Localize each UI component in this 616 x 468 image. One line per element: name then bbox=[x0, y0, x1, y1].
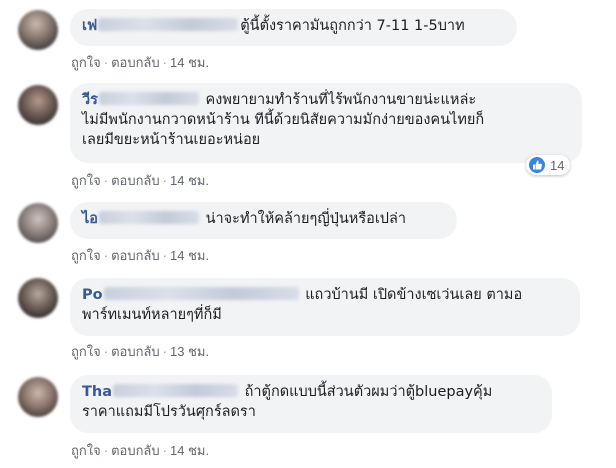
like-link[interactable]: ถูกใจ bbox=[71, 344, 101, 359]
name-blurred bbox=[98, 18, 239, 31]
timestamp[interactable]: 13 ชม. bbox=[170, 344, 209, 359]
like-link[interactable]: ถูกใจ bbox=[71, 173, 101, 188]
reply-link[interactable]: ตอบกลับ bbox=[111, 443, 160, 458]
name-blurred bbox=[99, 211, 200, 224]
separator: · bbox=[103, 443, 109, 458]
separator: · bbox=[103, 344, 109, 359]
reply-link[interactable]: ตอบกลับ bbox=[111, 344, 160, 359]
like-link[interactable]: ถูกใจ bbox=[71, 248, 101, 263]
avatar[interactable] bbox=[18, 85, 58, 125]
commenter-name[interactable]: เฟ bbox=[82, 18, 97, 34]
name-blurred bbox=[98, 92, 199, 105]
separator: · bbox=[103, 173, 109, 188]
commenter-name[interactable]: Po bbox=[82, 287, 103, 303]
avatar[interactable] bbox=[18, 203, 58, 243]
comment-bubble: Tha ถ้าตู้กดแบบนี้ส่วนตัวผมว่าตู้bluepay… bbox=[70, 375, 552, 433]
comment-text: ตู้นี้ตั้งราคามันถูกกว่า 7-11 1-5บาท bbox=[240, 18, 465, 34]
comment-text-line: เลยมีขยะหน้าร้านเยอะหน่อย bbox=[82, 132, 261, 148]
separator: · bbox=[162, 173, 167, 188]
comment-actions: ถูกใจ · ตอบกลับ · 14 ชม. bbox=[71, 52, 209, 73]
comment-bubble: Po แถวบ้านมี เปิดข้างเซเว่นเลย ตามอ พาร์… bbox=[70, 278, 580, 336]
like-link[interactable]: ถูกใจ bbox=[71, 443, 101, 458]
timestamp[interactable]: 14 ชม. bbox=[170, 55, 209, 70]
separator: · bbox=[162, 248, 167, 263]
name-blurred bbox=[113, 384, 238, 397]
comment-bubble: วีร คงพยายามทำร้านที่ไร้พนักงานขายน่ะแหล… bbox=[70, 83, 582, 163]
reply-link[interactable]: ตอบกลับ bbox=[111, 248, 160, 263]
comment-text-line: ราคาแถมมีโปรวันศุกร์ลดรา bbox=[82, 404, 256, 420]
comment-text: คงพยายามทำร้านที่ไร้พนักงานขายน่ะแหล่ะ bbox=[205, 92, 477, 108]
separator: · bbox=[162, 55, 167, 70]
separator: · bbox=[162, 344, 167, 359]
comment-actions: ถูกใจ · ตอบกลับ · 14 ชม. bbox=[71, 245, 209, 266]
separator: · bbox=[103, 248, 109, 263]
reaction-summary[interactable]: 14 bbox=[526, 155, 571, 175]
timestamp[interactable]: 14 ชม. bbox=[170, 173, 209, 188]
comment-actions: ถูกใจ · ตอบกลับ · 14 ชม. bbox=[71, 440, 209, 461]
comment-bubble: เฟ ตู้นี้ตั้งราคามันถูกกว่า 7-11 1-5บาท bbox=[70, 9, 517, 46]
thumbs-up-icon bbox=[529, 157, 545, 173]
comment-text: ถ้าตู้กดแบบนี้ส่วนตัวผมว่าตู้bluepayคุ้ม bbox=[244, 384, 493, 400]
commenter-name[interactable]: Tha bbox=[82, 384, 112, 400]
separator: · bbox=[103, 55, 109, 70]
reaction-count: 14 bbox=[550, 157, 565, 173]
comment-text-line: พาร์ทเมนท์หลายๆที่ก็มี bbox=[82, 307, 222, 323]
comment-actions: ถูกใจ · ตอบกลับ · 13 ชม. bbox=[71, 341, 209, 362]
reply-link[interactable]: ตอบกลับ bbox=[111, 173, 160, 188]
comment-text: แถวบ้านมี เปิดข้างเซเว่นเลย ตามอ bbox=[305, 287, 523, 303]
commenter-name[interactable]: ไอ bbox=[82, 211, 98, 227]
separator: · bbox=[162, 443, 167, 458]
commenter-name[interactable]: วีร bbox=[82, 92, 98, 108]
comment-text-line: ไม่มีพนักงานกวาดหน้าร้าน ทีนี้ด้วยนิสัยค… bbox=[82, 112, 485, 128]
comment-bubble: ไอ น่าจะทำให้คล้ายๆญี่ปุ่นหรือเปล่า bbox=[70, 202, 457, 239]
timestamp[interactable]: 14 ชม. bbox=[170, 248, 209, 263]
like-link[interactable]: ถูกใจ bbox=[71, 55, 101, 70]
reply-link[interactable]: ตอบกลับ bbox=[111, 55, 160, 70]
avatar[interactable] bbox=[18, 377, 58, 417]
comment-text: น่าจะทำให้คล้ายๆญี่ปุ่นหรือเปล่า bbox=[205, 211, 407, 227]
name-blurred bbox=[103, 287, 299, 300]
avatar[interactable] bbox=[18, 278, 58, 318]
comment-actions: ถูกใจ · ตอบกลับ · 14 ชม. bbox=[71, 170, 209, 191]
timestamp[interactable]: 14 ชม. bbox=[170, 443, 209, 458]
avatar[interactable] bbox=[18, 10, 58, 50]
